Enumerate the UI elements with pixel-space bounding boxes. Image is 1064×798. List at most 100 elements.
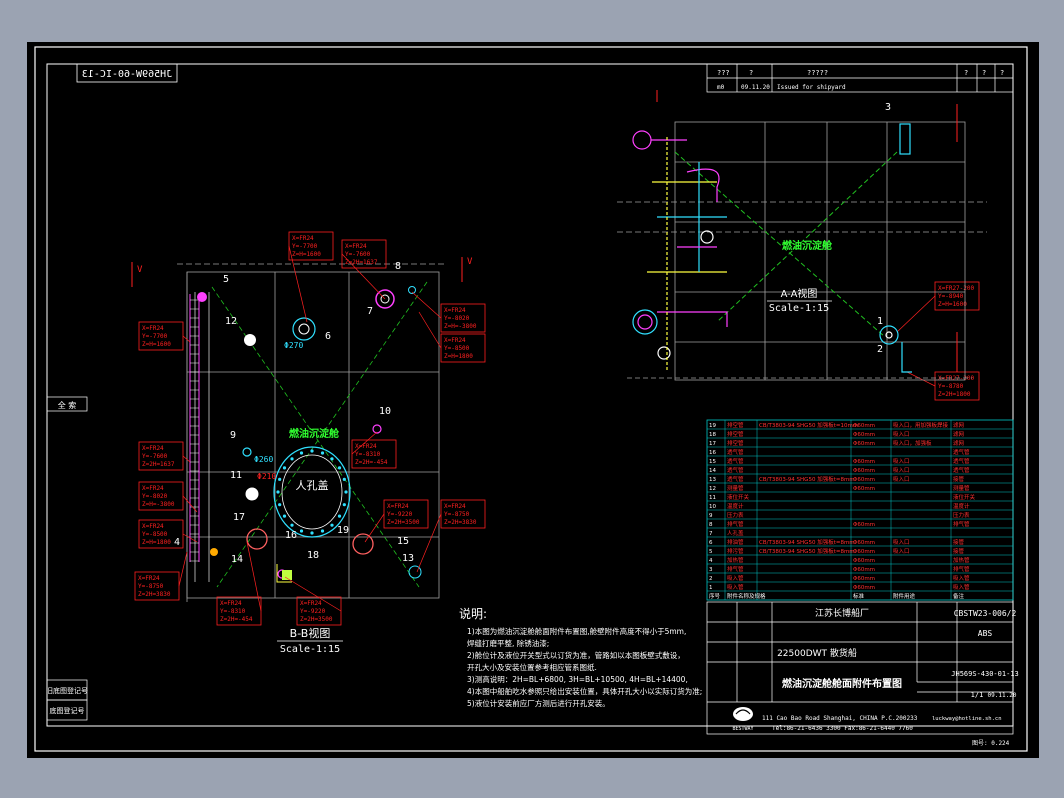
part-number: 9 [230, 430, 236, 441]
callout-text: X=FR24 [444, 307, 466, 314]
callout-box: X=FR24Y=-8020Z=H=-3800 [411, 291, 486, 333]
table-cell: 吸入口，加强板 [893, 439, 932, 447]
table-cell: 温度计 [953, 502, 970, 510]
table-cell: 透气管 [953, 448, 970, 456]
callout-text: Y=-7600 [142, 453, 168, 460]
table-cell: 13 [709, 477, 716, 483]
table-cell: 1 [709, 585, 713, 591]
drawing-number: JH569S-430-01-13 [951, 670, 1018, 678]
table-cell: 压力表 [727, 511, 744, 519]
table-cell: 吸入口 [893, 431, 910, 438]
section-bb-title: B-B视图 [290, 626, 331, 640]
table-cell: 14 [709, 468, 716, 474]
table-cell: Φ60mm [853, 432, 875, 438]
drawing-code: CBSTW23-006/2 [954, 609, 1017, 618]
table-cell: Φ60mm [853, 576, 875, 582]
table-cell: 滤网 [953, 439, 965, 447]
callout-text: Z=2H=-454 [355, 459, 388, 466]
table-cell: Φ60mm [853, 549, 875, 555]
callout-text: X=FR24 [387, 503, 409, 510]
table-cell: 2 [709, 576, 713, 582]
table-cell: 测量管 [953, 484, 970, 492]
table-cell: 滤网 [953, 430, 965, 438]
vessel: 22500DWT 散货船 [777, 647, 857, 659]
table-cell: 排气管 [953, 565, 970, 573]
callout-text: Z=H=-3800 [444, 323, 477, 330]
notes: 说明: 1)本图为燃油沉淀舱舱面附件布置图,舱壁附件高度不得小于5mm, 焊缝打… [459, 606, 702, 708]
table-cell: Φ60mm [853, 585, 875, 591]
drawing-title: 燃油沉淀舱舱面附件布置图 [782, 677, 902, 690]
table-cell: 9 [709, 513, 713, 519]
callout-text: Y=-8310 [220, 608, 246, 615]
callout-text: Z=2H=3500 [387, 519, 420, 526]
table-cell: 液位开关 [953, 493, 976, 501]
tank-name-bb: 燃油沉淀舱 [289, 427, 340, 440]
section-bb-scale: Scale-1:15 [280, 644, 340, 655]
table-cell: 排污管 [727, 547, 744, 555]
marker-v-right: V [467, 257, 473, 267]
part-number: 13 [402, 553, 414, 564]
callout-text: Y=-8500 [142, 531, 168, 538]
table-cell: 吸入管 [953, 574, 970, 582]
callout-text: Z=2H=1637 [345, 259, 378, 266]
table-cell: 吸入口，用加强板焊接 [893, 421, 949, 429]
part-number: 6 [325, 331, 331, 342]
note-line: 3)测高说明：2H=BL+6800, 3H=BL+10500, 4H=BL+14… [467, 674, 688, 684]
rev-cell-3: ????? [807, 69, 828, 77]
left-strip-label-2: 底图登记号 [50, 706, 85, 715]
table-cell: 15 [709, 459, 716, 465]
date: 09.11.20 [988, 692, 1017, 699]
table-cell: 接管 [953, 538, 965, 546]
callout-box: X=FR24Y=-7700Z=H=1600 [138, 321, 191, 351]
callout-text: X=FR24 [142, 485, 164, 492]
table-cell: Φ60mm [853, 540, 875, 546]
callout-box: X=FR24Y=-8750Z=2H=3830 [134, 551, 188, 601]
scale-text: 图号: 0.224 [972, 740, 1010, 747]
rev-cell-6: ? [1000, 69, 1004, 77]
part-number: 19 [337, 525, 349, 536]
callout-text: Y=-8020 [444, 315, 470, 322]
callout-text: Z=H=1600 [292, 251, 321, 258]
callout-text: Y=-8750 [444, 511, 470, 518]
table-cell: 加热管 [953, 556, 970, 564]
table-cell: 吸入口 [893, 476, 910, 483]
callout-box: X=FR24Y=-8310Z=2H=-454 [351, 431, 397, 469]
table-cell: 液位开关 [727, 493, 750, 501]
table-cell: CB/T3803-94 SHG50 加强板t=8mm [759, 475, 855, 483]
callout-box: X=FR24Y=-9220Z=2H=3500 [284, 576, 342, 626]
table-cell: Φ60mm [853, 567, 875, 573]
table-header-cell: 标准 [853, 592, 865, 600]
callout-text: X=FR24 [292, 235, 314, 242]
table-cell: 吸入管 [727, 574, 744, 582]
cad-viewport[interactable]: 全 索 旧底图登记号 底图登记号 JH569W-60-IC-13 ??? ? ?… [27, 42, 1039, 758]
rev2-cell-2: 09.11.20 [741, 84, 770, 91]
callout-text: X=FR24 [138, 575, 160, 582]
table-cell: 3 [709, 567, 713, 573]
part-number: 4 [174, 537, 180, 548]
table-cell: 排空管 [727, 430, 744, 438]
callout-text: X=FR24 [355, 443, 377, 450]
table-cell: 排空管 [727, 439, 744, 447]
table-cell: 吸入口 [893, 458, 910, 465]
drawing-number-mirrored: JH569W-60-IC-13 [82, 69, 172, 80]
table-cell: Φ60mm [853, 468, 875, 474]
callout-text: Z=H=1600 [142, 341, 171, 348]
table-cell: Φ60mm [853, 441, 875, 447]
note-line: 焊缝打磨平整, 除锈油漆; [467, 638, 549, 648]
company-email: luckway@hotline.sh.cn [932, 716, 1002, 722]
callout-text: Z=2H=-454 [220, 616, 253, 623]
table-cell: 透气管 [727, 457, 744, 465]
callout-text: X=FR24 [142, 523, 164, 530]
callout-text: X=FR27-200 [938, 375, 975, 382]
table-cell: 11 [709, 495, 716, 501]
callout-text: Y=-8020 [142, 493, 168, 500]
part-number-group: 12345678910111213141516171819 [174, 102, 891, 565]
table-cell: 吸入口 [893, 548, 910, 555]
part-number: 8 [395, 261, 401, 272]
section-aa-view: 燃油沉淀舱 A-A视图 Scale-1:15 [617, 90, 987, 381]
callout-text: Z=H=1800 [444, 353, 473, 360]
table-cell: 19 [709, 423, 716, 429]
callout-text: Z=H=-3800 [142, 501, 175, 508]
left-strip-top-label: 全 索 [58, 400, 77, 410]
note-line: 5)液位计安装前应厂方测后进行开孔安装。 [467, 698, 610, 708]
